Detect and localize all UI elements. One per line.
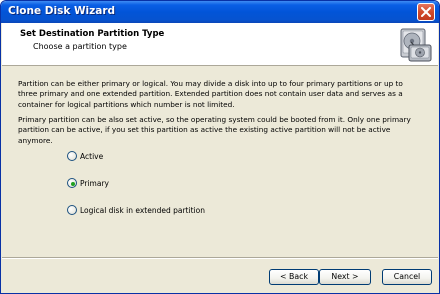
close-button[interactable] bbox=[417, 3, 435, 21]
footer-separator bbox=[2, 257, 438, 259]
radio-logical[interactable] bbox=[67, 205, 77, 215]
radio-option-active[interactable]: Active bbox=[67, 151, 103, 161]
back-button[interactable]: < Back bbox=[269, 269, 319, 285]
radio-option-primary[interactable]: Primary bbox=[67, 178, 109, 188]
radio-primary-label[interactable]: Primary bbox=[80, 179, 109, 188]
window-title: Clone Disk Wizard bbox=[8, 5, 116, 17]
description-paragraph-1: Partition can be either primary or logic… bbox=[18, 79, 403, 109]
radio-active-label[interactable]: Active bbox=[80, 152, 103, 161]
description-paragraph-2: Primary partition can be also set active… bbox=[18, 115, 411, 145]
page-title: Set Destination Partition Type bbox=[20, 29, 165, 39]
radio-primary[interactable] bbox=[67, 178, 77, 188]
clone-disk-wizard-window: Clone Disk Wizard Set Destination Partit… bbox=[0, 0, 440, 294]
close-icon bbox=[421, 7, 431, 17]
radio-logical-label[interactable]: Logical disk in extended partition bbox=[80, 206, 205, 215]
radio-option-logical[interactable]: Logical disk in extended partition bbox=[67, 205, 205, 215]
wizard-header: Set Destination Partition Type Choose a … bbox=[2, 23, 438, 66]
radio-active[interactable] bbox=[67, 151, 77, 161]
cancel-button[interactable]: Cancel bbox=[382, 269, 432, 285]
hard-disk-icon bbox=[398, 25, 432, 65]
page-subtitle: Choose a partition type bbox=[33, 42, 127, 51]
next-button[interactable]: Next > bbox=[319, 269, 371, 285]
title-bar[interactable]: Clone Disk Wizard bbox=[1, 1, 439, 23]
